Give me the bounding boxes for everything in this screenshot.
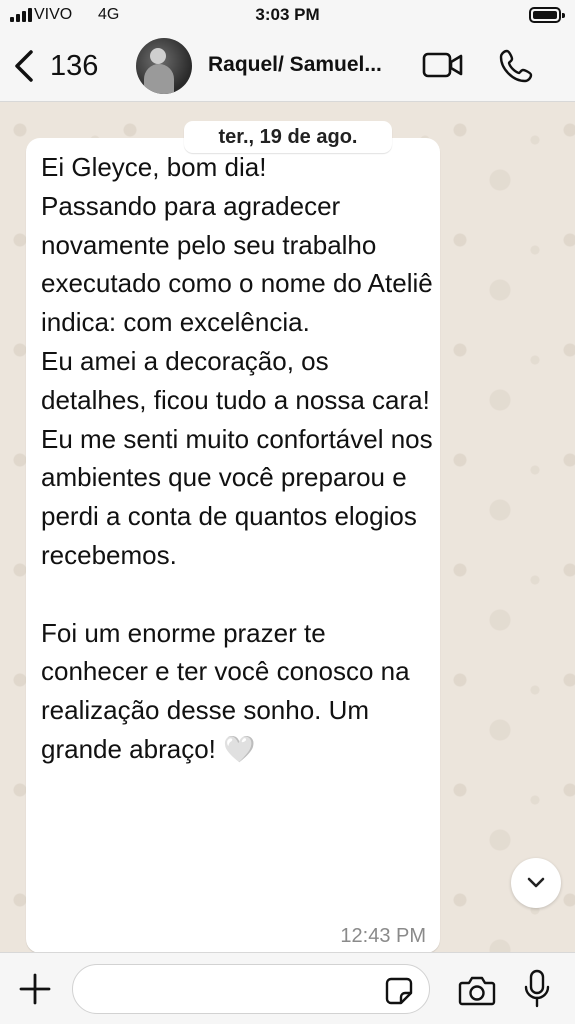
camera-icon[interactable] <box>458 973 496 1007</box>
message-text: Ei Gleyce, bom dia! Passando para agrade… <box>41 152 433 764</box>
unread-count: 136 <box>50 49 99 82</box>
chat-header: 136 Raquel/ Samuel... <box>0 32 575 102</box>
plus-icon[interactable] <box>18 972 52 1006</box>
date-separator: ter., 19 de ago. <box>184 121 392 153</box>
contact-name[interactable]: Raquel/ Samuel... <box>208 53 382 77</box>
battery-icon <box>529 7 565 23</box>
message-input[interactable] <box>72 964 430 1014</box>
scroll-down-button[interactable] <box>511 858 561 908</box>
video-call-icon[interactable] <box>422 50 464 80</box>
composer-bar <box>0 952 575 1024</box>
back-button[interactable]: 136 <box>12 44 98 88</box>
message-bubble[interactable]: Ei Gleyce, bom dia! Passando para agrade… <box>26 138 440 953</box>
sticker-icon[interactable] <box>384 976 414 1006</box>
message-timestamp: 12:43 PM <box>340 925 426 947</box>
chevron-left-icon <box>15 50 33 82</box>
phone-call-icon[interactable] <box>498 48 534 84</box>
chevron-down-icon <box>527 877 545 888</box>
status-time: 3:03 PM <box>255 5 320 24</box>
microphone-icon[interactable] <box>522 969 552 1009</box>
avatar[interactable] <box>136 38 192 94</box>
status-bar: VIVO 4G 3:03 PM <box>0 0 575 32</box>
